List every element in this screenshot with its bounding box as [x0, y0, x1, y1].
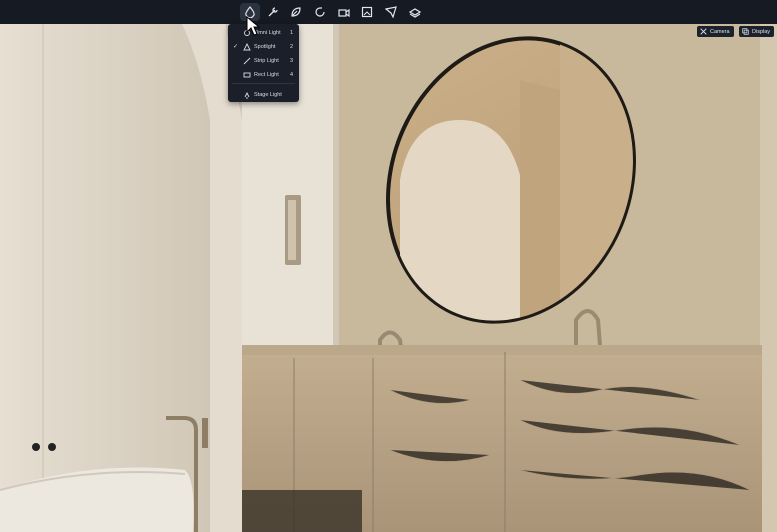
menu-item-shortcut: 3: [289, 57, 293, 64]
menu-item-label: Strip Light: [254, 57, 279, 64]
toolbar-button-wrench[interactable]: [263, 3, 283, 21]
menu-item-shortcut: 2: [289, 43, 293, 50]
stage-light-icon: [244, 91, 250, 99]
menu-item-strip-light[interactable]: Strip Light 3: [228, 54, 299, 67]
spotlight-icon: [243, 42, 251, 50]
top-toolbar: [0, 0, 777, 24]
menu-item-spotlight[interactable]: ✓ Spotlight 2: [228, 40, 299, 53]
wrench-icon: [268, 7, 278, 17]
layers-icon: [409, 8, 421, 18]
display-button[interactable]: Display: [739, 26, 775, 37]
image-icon: [361, 6, 373, 18]
menu-item-label: Stage Light: [254, 91, 282, 98]
camera-icon: [700, 28, 707, 35]
viewport-render[interactable]: [0, 0, 777, 532]
leaf-icon: [291, 7, 301, 17]
strip-light-icon: [243, 57, 251, 64]
toolbar-button-camera-record[interactable]: [334, 3, 354, 21]
menu-item-omni-light[interactable]: Omni Light 1: [228, 26, 299, 39]
rect-light-icon: [243, 72, 251, 77]
menu-item-shortcut: 1: [289, 29, 293, 36]
camera-record-icon: [338, 8, 350, 18]
toolbar-button-refresh[interactable]: [310, 3, 330, 21]
display-icon: [742, 28, 749, 35]
menu-item-shortcut: 4: [289, 71, 293, 78]
menu-item-rect-light[interactable]: Rect Light 4: [228, 68, 299, 81]
toolbar-button-image[interactable]: [357, 3, 377, 21]
menu-item-label: Spotlight: [254, 43, 276, 50]
bathroom-render: [0, 0, 777, 532]
display-label: Display: [752, 28, 771, 35]
refresh-icon: [315, 7, 325, 17]
mouse-cursor-icon: [246, 16, 260, 36]
menu-item-label: Rect Light: [254, 71, 279, 78]
check-icon: ✓: [233, 44, 239, 50]
menu-item-stage-light[interactable]: Stage Light: [228, 88, 299, 101]
toolbar-button-send[interactable]: [381, 3, 401, 21]
toolbar-button-leaf[interactable]: [286, 3, 306, 21]
send-icon: [385, 6, 397, 18]
camera-label: Camera: [710, 28, 730, 35]
menu-divider: [232, 83, 295, 84]
toolbar-button-layers[interactable]: [405, 3, 425, 21]
camera-button[interactable]: Camera: [697, 26, 734, 37]
light-type-menu: Omni Light 1 ✓ Spotlight 2 Strip Light 3 Rect L…: [228, 24, 299, 102]
